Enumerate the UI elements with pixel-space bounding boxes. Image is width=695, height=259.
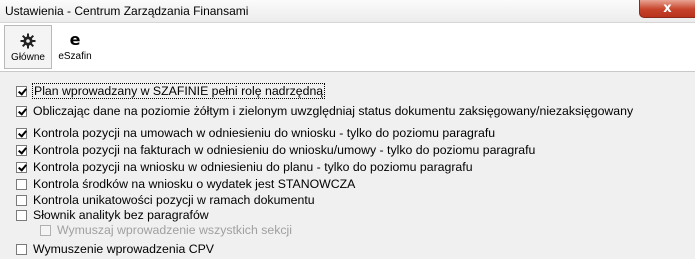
option-label: Kontrola unikatowości pozycji w ramach d… xyxy=(33,193,315,207)
option-label: Kontrola pozycji na fakturach w odniesie… xyxy=(33,143,536,157)
option-slownik-analityk[interactable]: Słownik analityk bez paragrafów xyxy=(16,207,209,223)
option-kontrola-wniosku[interactable]: Kontrola pozycji na wniosku w odniesieni… xyxy=(16,159,473,175)
title-bar: Ustawienia - Centrum Zarządzania Finansa… xyxy=(0,0,695,23)
option-label: Słownik analityk bez paragrafów xyxy=(33,208,209,222)
option-wymuszaj-sekcje[interactable]: Wymuszaj wprowadzenie wszystkich sekcji xyxy=(40,222,292,238)
gear-icon xyxy=(20,32,36,50)
option-kontrola-umow[interactable]: Kontrola pozycji na umowach w odniesieni… xyxy=(16,125,495,141)
close-button[interactable]: x xyxy=(639,0,695,18)
tab-glowne-label: Główne xyxy=(11,52,45,63)
option-label: Kontrola pozycji na umowach w odniesieni… xyxy=(33,126,496,140)
checkbox[interactable] xyxy=(16,161,27,173)
option-label: Obliczając dane na poziomie żółtym i zie… xyxy=(33,104,634,118)
option-plan-nadrzedny[interactable]: Plan wprowadzany w SZAFINIE pełni rolę n… xyxy=(16,83,326,99)
checkbox[interactable] xyxy=(16,194,27,206)
option-label: Kontrola pozycji na wniosku w odniesieni… xyxy=(33,160,473,174)
option-label: Plan wprowadzany w SZAFINIE pełni rolę n… xyxy=(31,83,326,99)
option-label: Wymuszaj wprowadzenie wszystkich sekcji xyxy=(57,223,292,237)
window-title: Ustawienia - Centrum Zarządzania Finansa… xyxy=(5,4,249,18)
toolbar: Główne e eSzafin xyxy=(0,23,695,72)
tab-eszafin[interactable]: e eSzafin xyxy=(54,25,96,69)
option-label: Kontrola środków na wniosku o wydatek je… xyxy=(33,177,356,191)
checkbox[interactable] xyxy=(16,105,27,117)
checkbox[interactable] xyxy=(16,243,27,255)
checkbox[interactable] xyxy=(16,178,27,190)
tab-glowne[interactable]: Główne xyxy=(4,25,52,69)
checkbox[interactable] xyxy=(16,127,27,139)
checkbox[interactable] xyxy=(40,224,51,236)
checkbox[interactable] xyxy=(16,209,27,221)
option-kontrola-srodkow[interactable]: Kontrola środków na wniosku o wydatek je… xyxy=(16,176,355,192)
tab-eszafin-label: eSzafin xyxy=(58,51,92,62)
option-kontrola-unikatowosci[interactable]: Kontrola unikatowości pozycji w ramach d… xyxy=(16,192,315,208)
checkbox[interactable] xyxy=(16,144,27,156)
checkbox[interactable] xyxy=(16,85,27,97)
option-kontrola-faktur[interactable]: Kontrola pozycji na fakturach w odniesie… xyxy=(16,142,535,158)
option-label: Wymuszenie wprowadzenia CPV xyxy=(33,242,215,256)
e-letter-icon: e xyxy=(69,30,81,49)
option-status-dokumentu[interactable]: Obliczając dane na poziomie żółtym i zie… xyxy=(16,103,633,119)
close-icon: x xyxy=(663,1,672,16)
option-wymuszenie-cpv[interactable]: Wymuszenie wprowadzenia CPV xyxy=(16,241,214,257)
